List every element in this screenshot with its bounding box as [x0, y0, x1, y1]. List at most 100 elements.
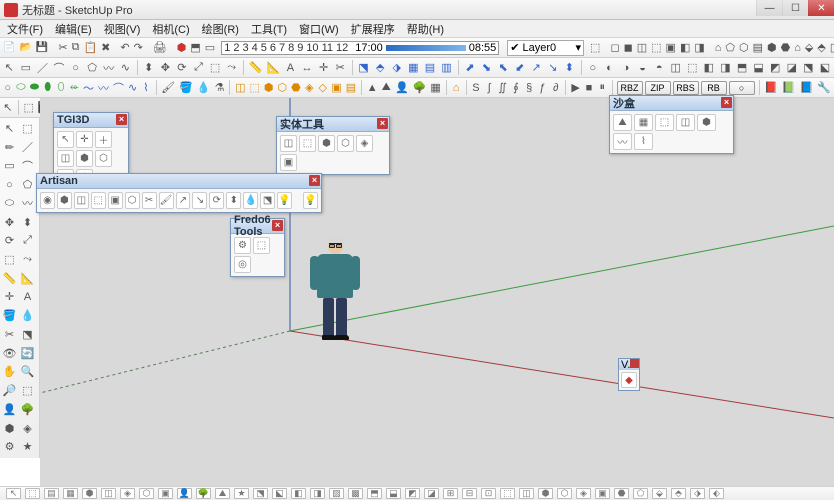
bottom-button[interactable]: ▣ [158, 488, 173, 499]
arrow-tool[interactable]: ↘ [546, 59, 561, 76]
stop-button[interactable]: ■ [583, 79, 594, 96]
script-tool[interactable]: S [470, 79, 481, 96]
file-button[interactable] [2, 39, 16, 56]
palette-button[interactable]: ↗ [176, 192, 191, 209]
left-tool[interactable]: ⬚ [1, 251, 18, 268]
bottom-button[interactable]: ⬠ [633, 488, 648, 499]
curve-tool[interactable]: ∿ [127, 79, 138, 96]
style-button[interactable]: ◫ [636, 39, 648, 56]
palette-solid-title[interactable]: 实体工具× [277, 117, 389, 132]
script-tool[interactable]: ∮ [510, 79, 521, 96]
arrow-tool[interactable]: ↗ [529, 59, 544, 76]
palette-button[interactable]: ⛰ [613, 114, 632, 131]
bottom-button[interactable]: ▣ [595, 488, 610, 499]
close-icon[interactable]: × [377, 118, 388, 129]
style-button[interactable]: ⬚ [650, 39, 662, 56]
left-tool[interactable]: ⬭ [1, 195, 18, 212]
draw-tool[interactable]: 〰 [101, 59, 116, 76]
palette-button[interactable]: ⬡ [337, 135, 354, 152]
palette-button[interactable]: ⬔ [260, 192, 275, 209]
edit-tool[interactable]: ✥ [158, 59, 173, 76]
palette-vray[interactable]: V... ◆ [618, 358, 640, 391]
palette-button[interactable]: ↖ [57, 131, 74, 148]
bottom-button[interactable]: ⬔ [253, 488, 268, 499]
edit-tool[interactable]: ⤢ [191, 59, 206, 76]
palette-button[interactable]: ◫ [74, 192, 89, 209]
shape-tool[interactable]: ⬒ [735, 59, 750, 76]
edit-button[interactable]: ⧉ [71, 39, 81, 56]
script-tool[interactable]: ∂ [550, 79, 561, 96]
view-button[interactable]: ⬢ [766, 39, 778, 56]
palette-button[interactable]: ◎ [234, 256, 251, 273]
edit-tool[interactable]: ⬍ [141, 59, 156, 76]
draw-tool[interactable]: ↖ [2, 59, 17, 76]
menu-item[interactable]: 扩展程序 [346, 20, 400, 38]
left-tool[interactable]: ⬍ [19, 214, 36, 231]
toggle-button[interactable]: ▭ [204, 39, 216, 56]
shape-tool[interactable]: ◩ [768, 59, 783, 76]
paint-tool[interactable]: ⚗ [214, 79, 226, 96]
edit-button[interactable]: ✖ [100, 39, 111, 56]
curve-tool[interactable]: ⬰ [69, 79, 80, 96]
scene-tool[interactable]: ▦ [429, 79, 441, 96]
solid-tool[interactable]: ◫ [234, 79, 246, 96]
undo-button[interactable] [119, 39, 130, 56]
left-tool[interactable]: ✂ [1, 326, 18, 343]
shape-tool[interactable]: ◒ [635, 59, 650, 76]
draw-tool[interactable]: ∿ [118, 59, 133, 76]
arrow-tool[interactable]: ⬋ [512, 59, 527, 76]
palette-artisan[interactable]: Artisan× ◉⬢◫⬚▣⬡✂🖌↗↘⟳⬍💧⬔💡💡 [36, 173, 322, 213]
solid-tool[interactable]: ⬣ [290, 79, 302, 96]
edit-tool[interactable]: ⟳ [175, 59, 190, 76]
palette-button[interactable]: ⟳ [209, 192, 224, 209]
bottom-button[interactable]: ⬣ [614, 488, 629, 499]
shape-tool[interactable]: ⬕ [818, 59, 833, 76]
bottom-button[interactable]: ▩ [348, 488, 363, 499]
arrow-tool[interactable]: ⬊ [479, 59, 494, 76]
palette-button[interactable]: 〰 [613, 133, 632, 150]
palette-artisan-title[interactable]: Artisan× [37, 174, 321, 189]
left-tool[interactable]: ⬚ [19, 382, 36, 399]
bottom-button[interactable]: ▦ [63, 488, 78, 499]
select-tool[interactable]: ↖ [2, 99, 14, 116]
view-button[interactable]: ⌂ [793, 39, 802, 56]
close-icon[interactable]: × [309, 175, 320, 186]
palette-button[interactable]: ⌇ [634, 133, 653, 150]
bottom-button[interactable]: ◨ [310, 488, 325, 499]
section-tool[interactable]: ▤ [423, 59, 438, 76]
arrow-tool[interactable]: ⬉ [496, 59, 511, 76]
palette-sandbox-title[interactable]: 沙盒× [610, 96, 733, 111]
view-button[interactable]: ⬙ [804, 39, 814, 56]
left-tool[interactable]: ✏ [1, 139, 18, 156]
play-button[interactable]: ▶ [570, 79, 581, 96]
palette-button[interactable]: ◫ [57, 150, 74, 167]
draw-tool[interactable]: ⬠ [85, 59, 100, 76]
left-tool[interactable]: ✥ [1, 214, 18, 231]
bottom-button[interactable]: ▨ [329, 488, 344, 499]
palette-button[interactable]: ↘ [192, 192, 207, 209]
shape-tool[interactable]: ⬚ [685, 59, 700, 76]
bottom-button[interactable]: ⬡ [139, 488, 154, 499]
measure-tool[interactable]: 📐 [265, 59, 281, 76]
layer-selector[interactable]: ✔Layer0▾ [507, 40, 584, 56]
palette-button[interactable]: ⬡ [125, 192, 140, 209]
close-icon[interactable]: × [721, 97, 732, 108]
shape-tool[interactable]: ◧ [702, 59, 717, 76]
left-tool[interactable]: 🪣 [1, 307, 18, 324]
script-tool[interactable]: ∫ [484, 79, 495, 96]
style-button[interactable]: ◧ [679, 39, 691, 56]
bottom-button[interactable]: 👤 [177, 488, 192, 499]
menu-item[interactable]: 窗口(W) [294, 20, 344, 38]
left-tool[interactable]: ⬔ [19, 326, 36, 343]
bottom-button[interactable]: ↖ [6, 488, 21, 499]
format-button-rb[interactable]: RB [701, 81, 727, 95]
left-tool[interactable]: 🔎 [1, 382, 18, 399]
left-tool[interactable]: ⌒ [19, 157, 36, 174]
bottom-button[interactable]: ⬖ [709, 488, 724, 499]
section-tool[interactable]: ▦ [406, 59, 421, 76]
menu-item[interactable]: 帮助(H) [402, 20, 449, 38]
curve-tool[interactable]: ○ [2, 79, 13, 96]
palette-button[interactable]: ⬢ [697, 114, 716, 131]
style-button[interactable]: ◻ [609, 39, 620, 56]
section-tool[interactable]: ⬔ [356, 59, 371, 76]
